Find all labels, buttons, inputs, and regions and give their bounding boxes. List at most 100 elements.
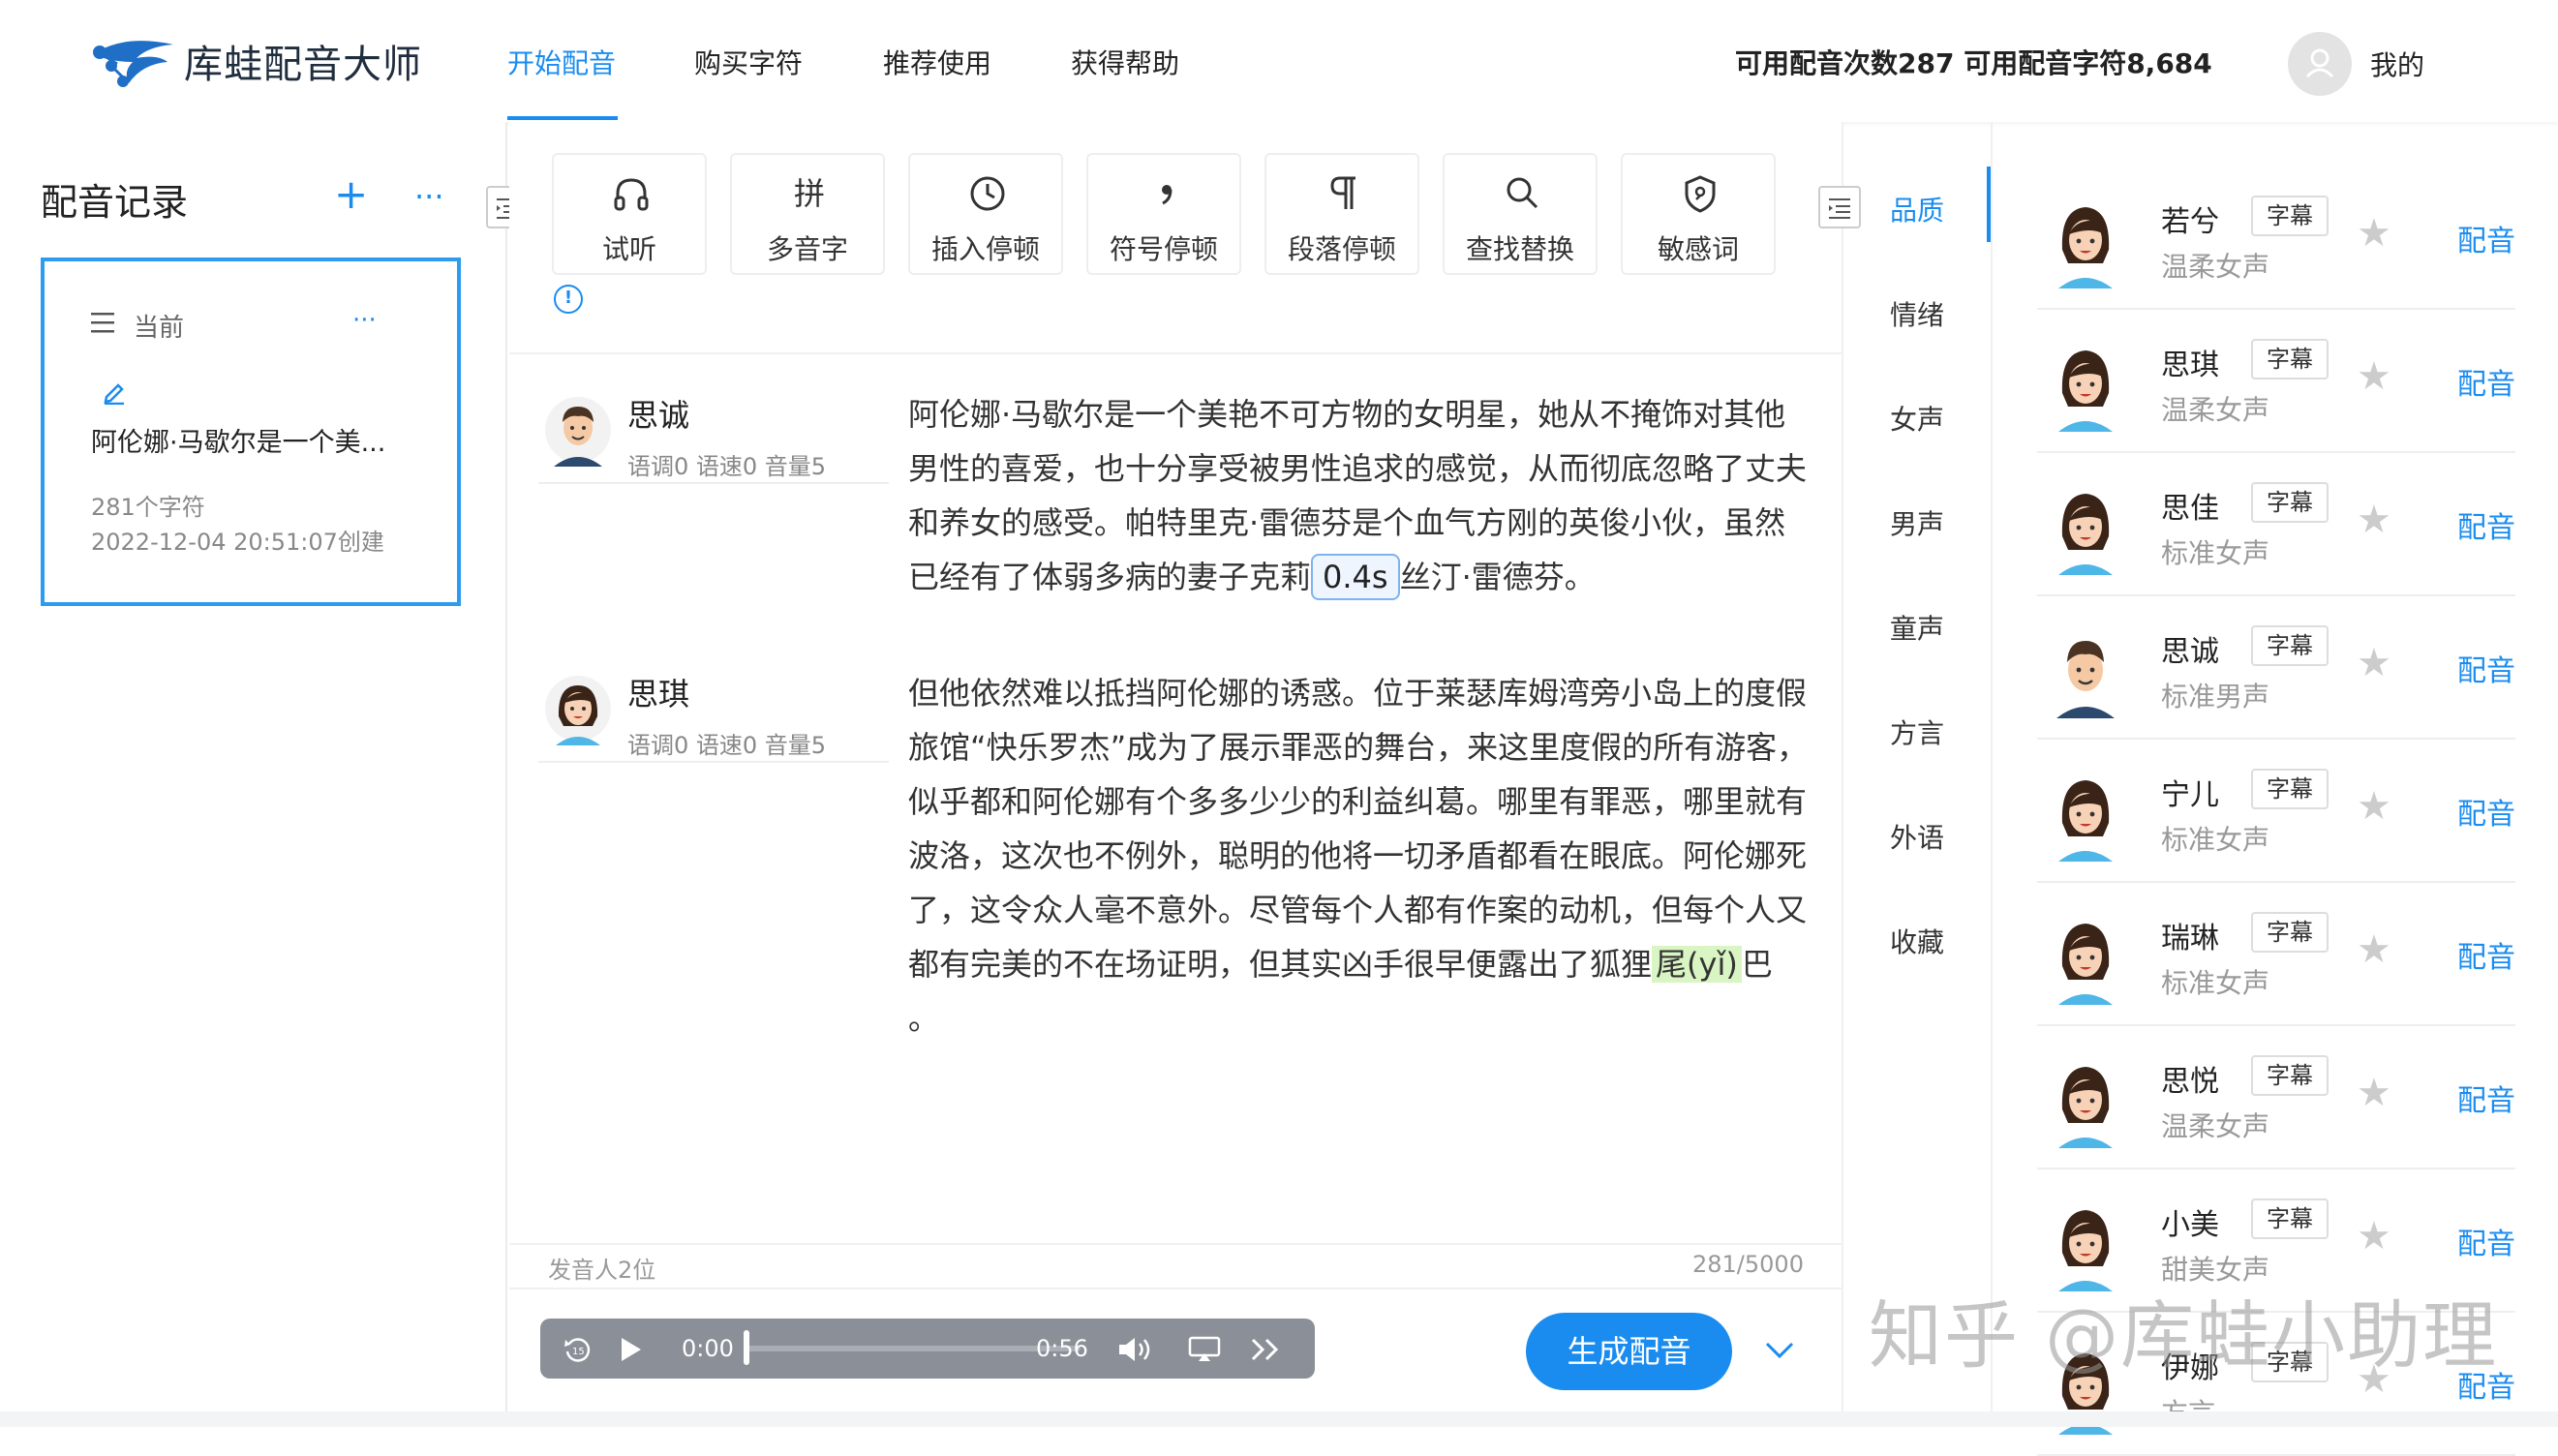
speaker-divider	[538, 761, 889, 763]
dub-link[interactable]: 配音	[2457, 1220, 2515, 1262]
replay-icon[interactable]: 15	[562, 1334, 593, 1365]
star-icon[interactable]: ★	[2357, 1214, 2391, 1259]
chevron-down-icon[interactable]	[1764, 1340, 1795, 1361]
speaker-count: 发音人2位	[548, 1257, 656, 1284]
voice-item[interactable]: 思悦 字幕 温柔女声 ★ 配音	[2037, 1026, 2515, 1169]
voice-name: 思悦	[2161, 1065, 2219, 1099]
fast-forward-icon[interactable]	[1249, 1336, 1284, 1363]
voice-name: 若兮	[2161, 205, 2219, 239]
dub-link[interactable]: 配音	[2457, 217, 2515, 259]
category-emotion[interactable]: 情绪	[1890, 294, 1944, 333]
subtitle-badge: 字幕	[2251, 196, 2329, 236]
voice-item[interactable]: 宁儿 字幕 标准女声 ★ 配音	[2037, 740, 2515, 883]
category-dialect[interactable]: 方言	[1890, 713, 1944, 751]
nav-help[interactable]: 获得帮助	[1071, 43, 1179, 81]
frog-logo-icon[interactable]	[90, 33, 177, 91]
star-icon[interactable]: ★	[2357, 211, 2391, 256]
tool-find-replace[interactable]: 查找替换	[1443, 153, 1598, 275]
speaker-name-2[interactable]: 思琪	[627, 670, 689, 714]
pilcrow-icon	[1330, 176, 1355, 209]
speaker-name-1[interactable]: 思诚	[627, 391, 689, 436]
dub-link[interactable]: 配音	[2457, 790, 2515, 833]
category-male[interactable]: 男声	[1890, 503, 1944, 542]
voice-item[interactable]: 若兮 字幕温柔女声 ★ 配音	[2037, 167, 2515, 310]
avatar[interactable]	[2288, 32, 2352, 96]
subtitle-badge: 字幕	[2251, 482, 2329, 523]
generate-dubbing-button[interactable]: 生成配音	[1526, 1313, 1732, 1390]
star-icon[interactable]: ★	[2357, 927, 2391, 972]
nav-start-dubbing[interactable]: 开始配音	[507, 43, 616, 81]
speaker-meta-1[interactable]: 语调0 语速0 音量5	[627, 447, 826, 481]
voice-name: 思佳	[2161, 492, 2219, 526]
star-icon[interactable]: ★	[2357, 641, 2391, 685]
dub-link[interactable]: 配音	[2457, 360, 2515, 403]
edit-icon[interactable]	[101, 378, 128, 405]
category-quality[interactable]: 品质	[1890, 190, 1944, 228]
progress-handle[interactable]	[744, 1330, 749, 1365]
category-foreign[interactable]: 外语	[1890, 817, 1944, 856]
pause-tag[interactable]: 0.4s	[1311, 554, 1400, 600]
app-name[interactable]: 库蛙配音大师	[184, 33, 422, 89]
menu-icon	[91, 313, 114, 333]
airplay-icon[interactable]	[1187, 1334, 1222, 1365]
play-icon[interactable]	[618, 1336, 643, 1363]
nav-active-indicator	[507, 116, 618, 120]
voice-name: 瑞琳	[2161, 922, 2219, 956]
category-favorites[interactable]: 收藏	[1890, 922, 1944, 960]
paragraph-2[interactable]: 但他依然难以抵挡阿伦娜的诱惑。位于莱瑟库姆湾旁小岛上的度假旅馆“快乐罗杰”成为了…	[908, 666, 1809, 1046]
star-icon[interactable]: ★	[2357, 498, 2391, 542]
female-avatar-icon	[2051, 196, 2120, 288]
speaker-divider	[538, 482, 889, 484]
voice-name: 思琪	[2161, 349, 2219, 382]
pinyin-icon: 拼	[793, 175, 825, 212]
tool-sensitive-words[interactable]: 敏感词	[1621, 153, 1776, 275]
volume-icon[interactable]	[1115, 1334, 1162, 1365]
subtitle-badge: 字幕	[2251, 625, 2329, 666]
voice-item[interactable]: 思琪 字幕 温柔女声 ★ 配音	[2037, 310, 2515, 453]
top-bar: 库蛙配音大师 开始配音 购买字符 推荐使用 获得帮助 可用配音次数287 可用配…	[0, 0, 2558, 122]
tool-paragraph-pause-label: 段落停顿	[1287, 233, 1396, 265]
speaker-meta-2[interactable]: 语调0 语速0 音量5	[627, 726, 826, 760]
char-count: 281/5000	[1692, 1251, 1804, 1278]
category-child[interactable]: 童声	[1890, 608, 1944, 647]
dub-link[interactable]: 配音	[2457, 1077, 2515, 1119]
voice-name: 宁儿	[2161, 778, 2219, 812]
tool-symbol-pause[interactable]: 符号停顿	[1086, 153, 1241, 275]
info-icon[interactable]: !	[554, 285, 583, 314]
current-label: 当前	[134, 314, 185, 343]
female-avatar-icon	[2051, 482, 2120, 575]
subtitle-badge: 字幕	[2251, 339, 2329, 379]
add-record-button[interactable]: +	[334, 174, 368, 215]
dub-link[interactable]: 配音	[2457, 503, 2515, 546]
progress-track[interactable]	[746, 1346, 1081, 1351]
voice-description: 标准女声	[2161, 967, 2270, 999]
comma-icon	[1162, 185, 1172, 205]
dub-link[interactable]: 配音	[2457, 647, 2515, 689]
headphones-icon	[614, 178, 649, 211]
tool-insert-pause[interactable]: 插入停顿	[908, 153, 1063, 275]
collapse-right-button[interactable]	[1818, 186, 1861, 228]
voice-item[interactable]: 思佳 字幕 标准女声 ★ 配音	[2037, 453, 2515, 596]
dub-link[interactable]: 配音	[2457, 933, 2515, 976]
star-icon[interactable]: ★	[2357, 354, 2391, 399]
paragraph-1[interactable]: 阿伦娜·马歇尔是一个美艳不可方物的女明星，她从不掩饰对其他男性的喜爱，也十分享受…	[908, 387, 1809, 604]
record-card-title: 阿伦娜·马歇尔是一个美...	[91, 428, 386, 458]
nav-recommend[interactable]: 推荐使用	[883, 43, 991, 81]
card-more-button[interactable]: ···	[352, 306, 377, 335]
records-more-button[interactable]: ···	[414, 178, 444, 215]
star-icon[interactable]: ★	[2357, 784, 2391, 829]
tool-paragraph-pause[interactable]: 段落停顿	[1264, 153, 1419, 275]
star-icon[interactable]: ★	[2357, 1071, 2391, 1115]
category-female[interactable]: 女声	[1890, 399, 1944, 438]
nav-buy-chars[interactable]: 购买字符	[694, 43, 803, 81]
audio-player: 15 0:00 0:56	[540, 1319, 1315, 1379]
voice-item[interactable]: 思诚 字幕 标准男声 ★ 配音	[2037, 596, 2515, 740]
polyphone-highlight[interactable]: 尾(yǐ)	[1652, 946, 1742, 983]
voice-description: 温柔女声	[2161, 251, 2270, 283]
tool-insert-pause-label: 插入停顿	[930, 233, 1040, 265]
mine-link[interactable]: 我的	[2370, 45, 2424, 83]
user-icon	[2305, 48, 2334, 78]
tool-preview[interactable]: 试听	[552, 153, 707, 275]
voice-item[interactable]: 瑞琳 字幕 标准女声 ★ 配音	[2037, 883, 2515, 1026]
tool-polyphone[interactable]: 拼 多音字	[730, 153, 885, 275]
